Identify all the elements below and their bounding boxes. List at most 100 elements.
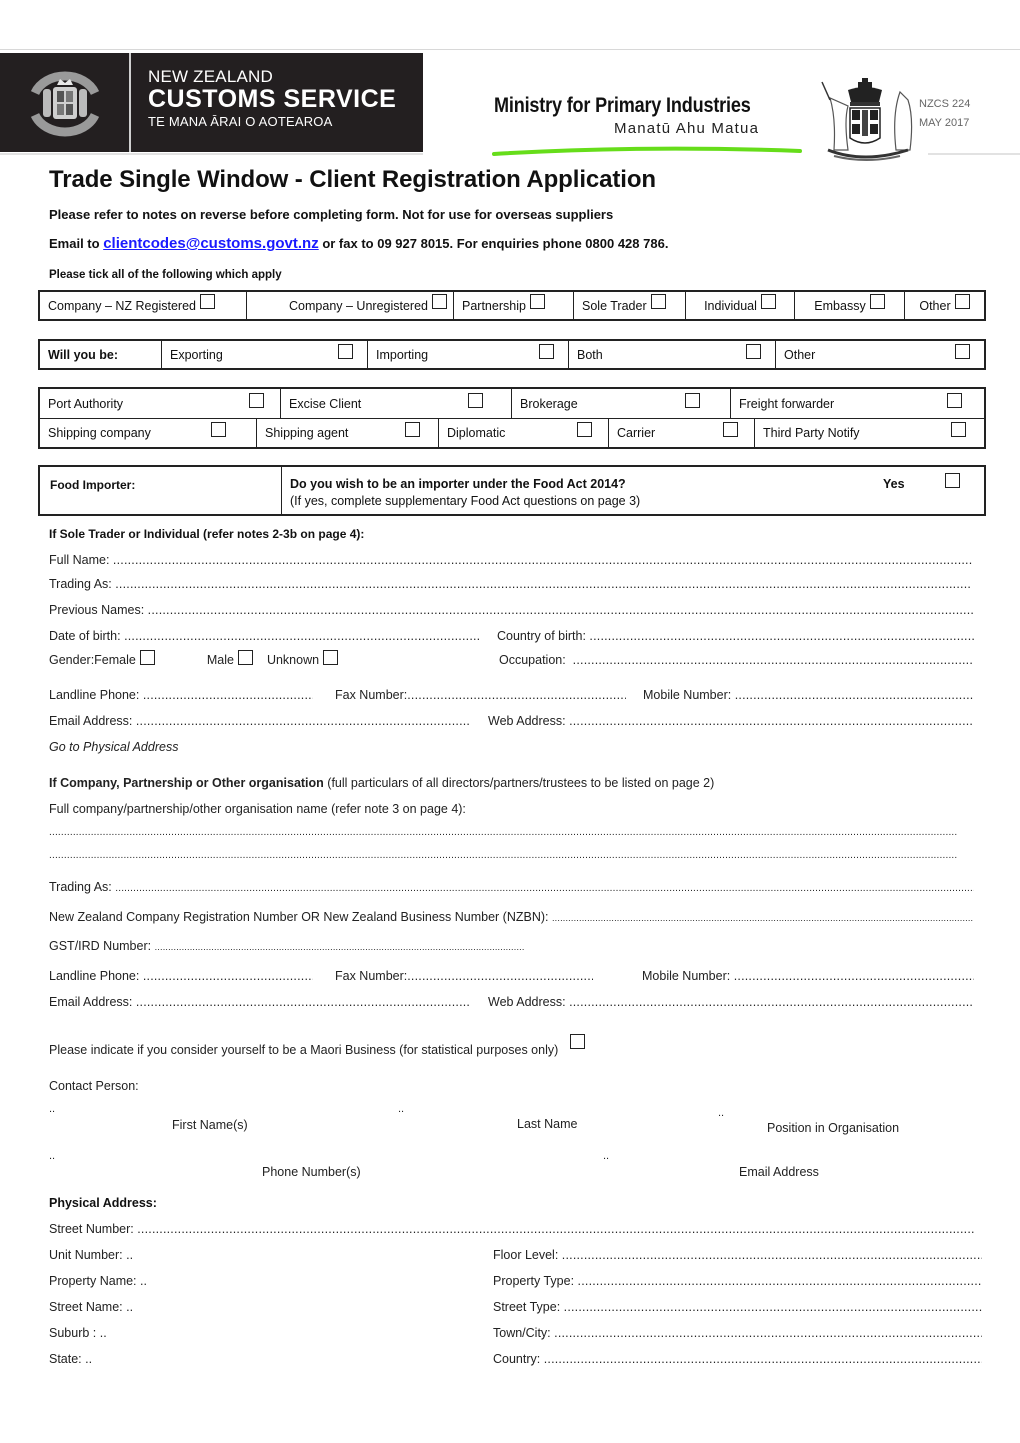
- entity-company-nz-registered[interactable]: Company – NZ Registered: [40, 292, 247, 319]
- gender-male-checkbox[interactable]: [237, 650, 253, 666]
- option-label: Exporting: [170, 347, 223, 362]
- first-name-input[interactable]: ..: [49, 1103, 55, 1115]
- nzbn-field[interactable]: New Zealand Company Registration Number …: [49, 910, 974, 924]
- position-input[interactable]: ..: [718, 1107, 724, 1119]
- checkbox[interactable]: [954, 294, 970, 309]
- co-fax-field[interactable]: Fax Number:.............................…: [335, 969, 593, 983]
- checkbox[interactable]: [723, 422, 738, 437]
- co-mobile-field[interactable]: Mobile Number: .........................…: [642, 969, 974, 983]
- go-to-physical-address-link[interactable]: Go to Physical Address: [49, 740, 178, 754]
- entity-company-unregistered[interactable]: Company – Unregistered: [247, 292, 454, 319]
- entity-embassy[interactable]: Embassy: [795, 292, 905, 319]
- option-other[interactable]: Other: [776, 341, 984, 368]
- phone-input[interactable]: ..: [49, 1150, 55, 1162]
- customs-name-line1: NEW ZEALAND: [148, 67, 273, 86]
- entity-partnership[interactable]: Partnership: [454, 292, 574, 319]
- role-third-party-notify[interactable]: Third Party Notify: [755, 419, 984, 447]
- gender-unknown-checkbox[interactable]: [323, 650, 339, 666]
- ind-mobile-field[interactable]: Mobile Number: .........................…: [643, 688, 974, 702]
- date-of-birth-field[interactable]: Date of birth: .........................…: [49, 629, 481, 643]
- checkbox[interactable]: [951, 422, 966, 437]
- entity-individual[interactable]: Individual: [686, 292, 795, 319]
- checkbox[interactable]: [746, 343, 761, 359]
- street-name-field[interactable]: Street Name: ..: [49, 1300, 133, 1314]
- email-link[interactable]: clientcodes@customs.govt.nz: [103, 235, 319, 252]
- street-type-field[interactable]: Street Type: ...........................…: [493, 1300, 982, 1314]
- field-label: State:: [49, 1352, 82, 1366]
- checkbox[interactable]: [760, 294, 776, 309]
- checkbox[interactable]: [685, 392, 700, 408]
- full-name-field[interactable]: Full Name: .............................…: [49, 553, 974, 567]
- ind-web-field[interactable]: Web Address: ...........................…: [488, 714, 974, 728]
- option-exporting[interactable]: Exporting: [162, 341, 368, 368]
- entity-label: Individual: [704, 298, 757, 313]
- checkbox[interactable]: [405, 422, 420, 437]
- ind-landline-field[interactable]: Landline Phone: ........................…: [49, 688, 313, 702]
- company-heading-note: (full particulars of all directors/partn…: [323, 776, 715, 790]
- food-yes-checkbox[interactable]: [945, 473, 960, 488]
- checkbox[interactable]: [869, 294, 885, 309]
- mpi-name: Ministry for Primary Industries: [494, 94, 751, 117]
- checkbox[interactable]: [249, 392, 264, 408]
- org-name-label: Full company/partnership/other organisat…: [49, 802, 466, 816]
- property-name-field[interactable]: Property Name: ..: [49, 1274, 147, 1288]
- checkbox[interactable]: [577, 422, 592, 437]
- co-landline-field[interactable]: Landline Phone: ........................…: [49, 969, 313, 983]
- checkbox[interactable]: [211, 422, 226, 437]
- contact-prefix: Email to: [49, 236, 104, 251]
- header-bottom-rule-right: [928, 153, 1020, 155]
- gender-female-checkbox[interactable]: [139, 650, 155, 666]
- maori-business-checkbox[interactable]: [569, 1034, 585, 1050]
- ind-fax-field[interactable]: Fax Number:.............................…: [335, 688, 626, 702]
- entity-other[interactable]: Other: [905, 292, 984, 319]
- checkbox[interactable]: [539, 343, 554, 359]
- checkbox[interactable]: [650, 294, 666, 309]
- entity-sole-trader[interactable]: Sole Trader: [574, 292, 686, 319]
- property-type-field[interactable]: Property Type: .........................…: [493, 1274, 982, 1288]
- ind-email-field[interactable]: Email Address: .........................…: [49, 714, 470, 728]
- unit-number-field[interactable]: Unit Number: ..: [49, 1248, 133, 1262]
- role-label: Port Authority: [48, 396, 124, 411]
- org-name-line-1[interactable]: ........................................…: [49, 827, 974, 838]
- role-shipping-company[interactable]: Shipping company: [40, 419, 257, 447]
- checkbox[interactable]: [947, 392, 962, 408]
- occupation-field[interactable]: Occupation: ............................…: [499, 653, 974, 667]
- country-field[interactable]: Country: ...............................…: [493, 1352, 982, 1366]
- company-trading-as-field[interactable]: Trading As: ............................…: [49, 880, 974, 894]
- checkbox[interactable]: [199, 294, 215, 309]
- suburb-field[interactable]: Suburb : ..: [49, 1326, 107, 1340]
- field-label: New Zealand Company Registration Number …: [49, 910, 549, 924]
- role-port-authority[interactable]: Port Authority: [40, 389, 281, 418]
- checkbox[interactable]: [432, 294, 447, 309]
- role-excise-client[interactable]: Excise Client: [281, 389, 512, 418]
- checkbox[interactable]: [468, 392, 483, 408]
- roles-row-1: Port Authority Excise Client Brokerage F…: [40, 389, 984, 418]
- role-freight-forwarder[interactable]: Freight forwarder: [731, 389, 984, 418]
- last-name-input[interactable]: ..: [398, 1103, 404, 1115]
- role-diplomatic[interactable]: Diplomatic: [439, 419, 609, 447]
- role-brokerage[interactable]: Brokerage: [512, 389, 731, 418]
- role-shipping-agent[interactable]: Shipping agent: [257, 419, 439, 447]
- role-carrier[interactable]: Carrier: [609, 419, 755, 447]
- field-label: Unit Number:: [49, 1248, 123, 1262]
- co-web-field[interactable]: Web Address: ...........................…: [488, 995, 974, 1009]
- option-importing[interactable]: Importing: [368, 341, 569, 368]
- option-both[interactable]: Both: [569, 341, 776, 368]
- option-label: Importing: [376, 347, 429, 362]
- state-field[interactable]: State: ..: [49, 1352, 92, 1366]
- gst-ird-field[interactable]: GST/IRD Number: ........................…: [49, 939, 524, 953]
- country-of-birth-field[interactable]: Country of birth: ......................…: [497, 629, 974, 643]
- checkbox[interactable]: [338, 343, 353, 359]
- trading-as-field[interactable]: Trading As: ............................…: [49, 577, 970, 591]
- town-city-field[interactable]: Town/City: .............................…: [493, 1326, 982, 1340]
- previous-names-field[interactable]: Previous Names: ........................…: [49, 603, 974, 617]
- checkbox[interactable]: [529, 294, 545, 309]
- co-email-field[interactable]: Email Address: .........................…: [49, 995, 470, 1009]
- contact-email-input[interactable]: ..: [603, 1150, 609, 1162]
- floor-level-field[interactable]: Floor Level: ...........................…: [493, 1248, 982, 1262]
- street-number-field[interactable]: Street Number: .........................…: [49, 1222, 974, 1236]
- checkbox[interactable]: [955, 343, 970, 359]
- will-you-be-label: Will you be:: [40, 341, 162, 368]
- org-name-line-2[interactable]: ........................................…: [49, 850, 974, 861]
- field-value: ..: [126, 1248, 134, 1262]
